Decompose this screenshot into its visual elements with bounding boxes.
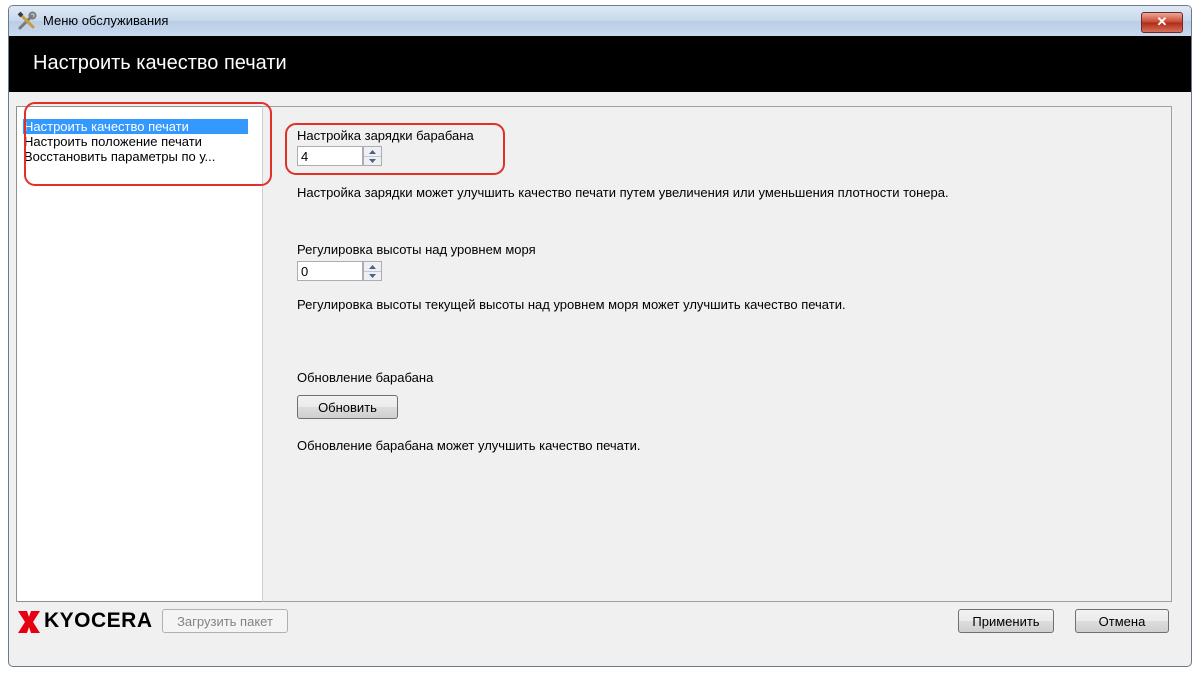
drum-refresh-description: Обновление барабана может улучшить качес…	[297, 438, 641, 453]
close-button[interactable]: ✕	[1141, 12, 1183, 33]
drum-charge-label: Настройка зарядки барабана	[297, 128, 474, 143]
altitude-description: Регулировка высоты текущей высоты над ур…	[297, 297, 846, 312]
altitude-arrows[interactable]	[363, 261, 382, 281]
load-package-button[interactable]: Загрузить пакет	[162, 609, 288, 633]
drum-refresh-label: Обновление барабана	[297, 370, 434, 385]
close-icon: ✕	[1156, 14, 1168, 29]
kyocera-logo: KYOCERA	[18, 608, 152, 634]
altitude-label: Регулировка высоты над уровнем моря	[297, 242, 536, 257]
header-banner: Настроить качество печати	[9, 36, 1191, 92]
nav-item-print-quality[interactable]: Настроить качество печати	[23, 119, 248, 134]
nav-item-restore-defaults[interactable]: Восстановить параметры по у...	[23, 149, 248, 164]
drum-charge-stepper[interactable]: 4	[297, 146, 383, 166]
nav-item-print-position[interactable]: Настроить положение печати	[23, 134, 248, 149]
decrement-button[interactable]	[364, 271, 381, 280]
chevron-up-icon	[369, 149, 376, 154]
refresh-button[interactable]: Обновить	[297, 395, 398, 419]
cancel-button[interactable]: Отмена	[1075, 609, 1169, 633]
window-title: Меню обслуживания	[43, 13, 169, 28]
chevron-down-icon	[369, 273, 376, 278]
drum-charge-value[interactable]: 4	[297, 146, 363, 166]
page-title: Настроить качество печати	[33, 52, 287, 74]
apply-button[interactable]: Применить	[958, 609, 1054, 633]
chevron-up-icon	[369, 264, 376, 269]
tools-icon	[17, 11, 37, 30]
decrement-button[interactable]	[364, 156, 381, 165]
altitude-value[interactable]: 0	[297, 261, 363, 281]
navigation-list[interactable]: Настроить качество печати Настроить поло…	[16, 106, 263, 602]
kyocera-logo-icon	[18, 611, 40, 633]
title-bar[interactable]: Меню обслуживания ✕	[9, 6, 1191, 36]
chevron-down-icon	[369, 158, 376, 163]
logo-wordmark: KYOCERA	[44, 609, 153, 632]
drum-charge-arrows[interactable]	[363, 146, 382, 166]
settings-panel	[262, 106, 1172, 602]
drum-charge-description: Настройка зарядки может улучшить качеств…	[297, 185, 949, 200]
altitude-stepper[interactable]: 0	[297, 261, 383, 281]
